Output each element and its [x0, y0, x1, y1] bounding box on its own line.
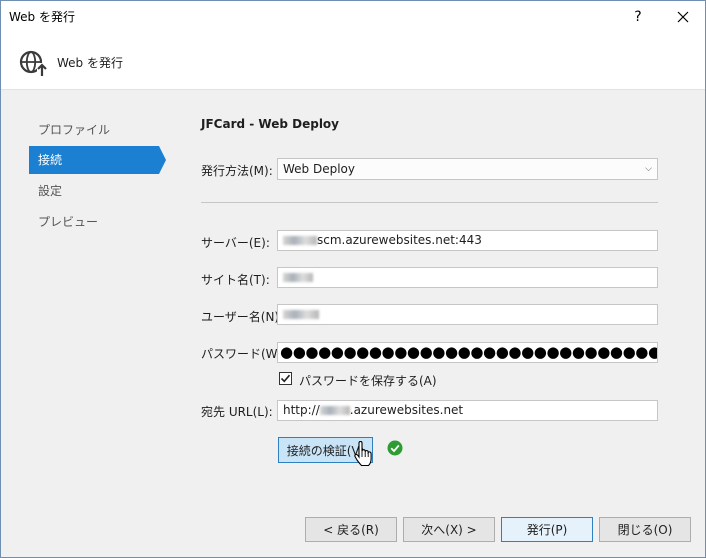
url-prefix: http:// — [283, 403, 320, 417]
checkmark-icon — [280, 374, 291, 383]
section-divider — [201, 202, 658, 203]
globe-publish-icon — [19, 50, 47, 77]
server-label: サーバー(E): — [201, 236, 270, 250]
redacted-text — [283, 310, 319, 319]
destination-url-input[interactable]: http:// .azurewebsites.net — [277, 400, 658, 421]
server-value: scm.azurewebsites.net:443 — [317, 233, 482, 247]
publish-web-dialog: Web を発行 ? Web を発行 プロファイル 接続 設定 プレビュー JFC… — [0, 0, 706, 558]
site-name-input[interactable] — [277, 267, 658, 288]
sidebar-item-settings[interactable]: 設定 — [29, 177, 159, 205]
header-title: Web を発行 — [57, 56, 123, 70]
chevron-down-icon: ⌵ — [645, 164, 652, 174]
url-suffix: .azurewebsites.net — [349, 403, 464, 417]
profile-title: JFCard - Web Deploy — [201, 117, 339, 131]
password-input[interactable]: ●●●●●●●●●●●●●●●●●●●●●●●●●●●●●●●●●●●● — [277, 342, 658, 363]
sidebar-item-connection[interactable]: 接続 — [29, 146, 159, 174]
sidebar-item-preview[interactable]: プレビュー — [29, 208, 159, 236]
save-password-checkbox[interactable] — [279, 372, 292, 385]
window-title: Web を発行 — [9, 10, 75, 24]
close-icon — [677, 11, 689, 22]
site-name-label: サイト名(T): — [201, 273, 270, 287]
publish-method-value: Web Deploy — [283, 162, 355, 176]
sidebar-item-profile[interactable]: プロファイル — [29, 116, 159, 144]
server-input[interactable]: scm.azurewebsites.net:443 — [277, 230, 658, 251]
hand-cursor-icon — [354, 441, 372, 467]
destination-url-label: 宛先 URL(L): — [201, 405, 273, 419]
publish-method-select[interactable]: Web Deploy ⌵ — [277, 158, 658, 180]
active-nav-indicator — [159, 146, 166, 174]
back-button[interactable]: < 戻る(R) — [305, 517, 397, 542]
close-window-button[interactable] — [661, 1, 705, 32]
help-button[interactable]: ? — [616, 1, 660, 32]
save-password-label[interactable]: パスワードを保存する(A) — [299, 372, 437, 389]
user-name-label: ユーザー名(N): — [201, 310, 284, 324]
redacted-text — [283, 236, 317, 245]
user-name-input[interactable] — [277, 304, 658, 325]
publish-method-label: 発行方法(M): — [201, 164, 273, 178]
success-check-icon — [387, 440, 403, 456]
redacted-text — [319, 406, 350, 415]
password-label: パスワード(W): — [201, 347, 287, 361]
title-bar: Web を発行 ? — [1, 1, 705, 32]
next-button[interactable]: 次へ(X) > — [403, 517, 495, 542]
publish-button[interactable]: 発行(P) — [501, 517, 593, 542]
close-button[interactable]: 閉じる(O) — [599, 517, 691, 542]
redacted-text — [283, 273, 313, 282]
dialog-header: Web を発行 — [1, 32, 705, 90]
